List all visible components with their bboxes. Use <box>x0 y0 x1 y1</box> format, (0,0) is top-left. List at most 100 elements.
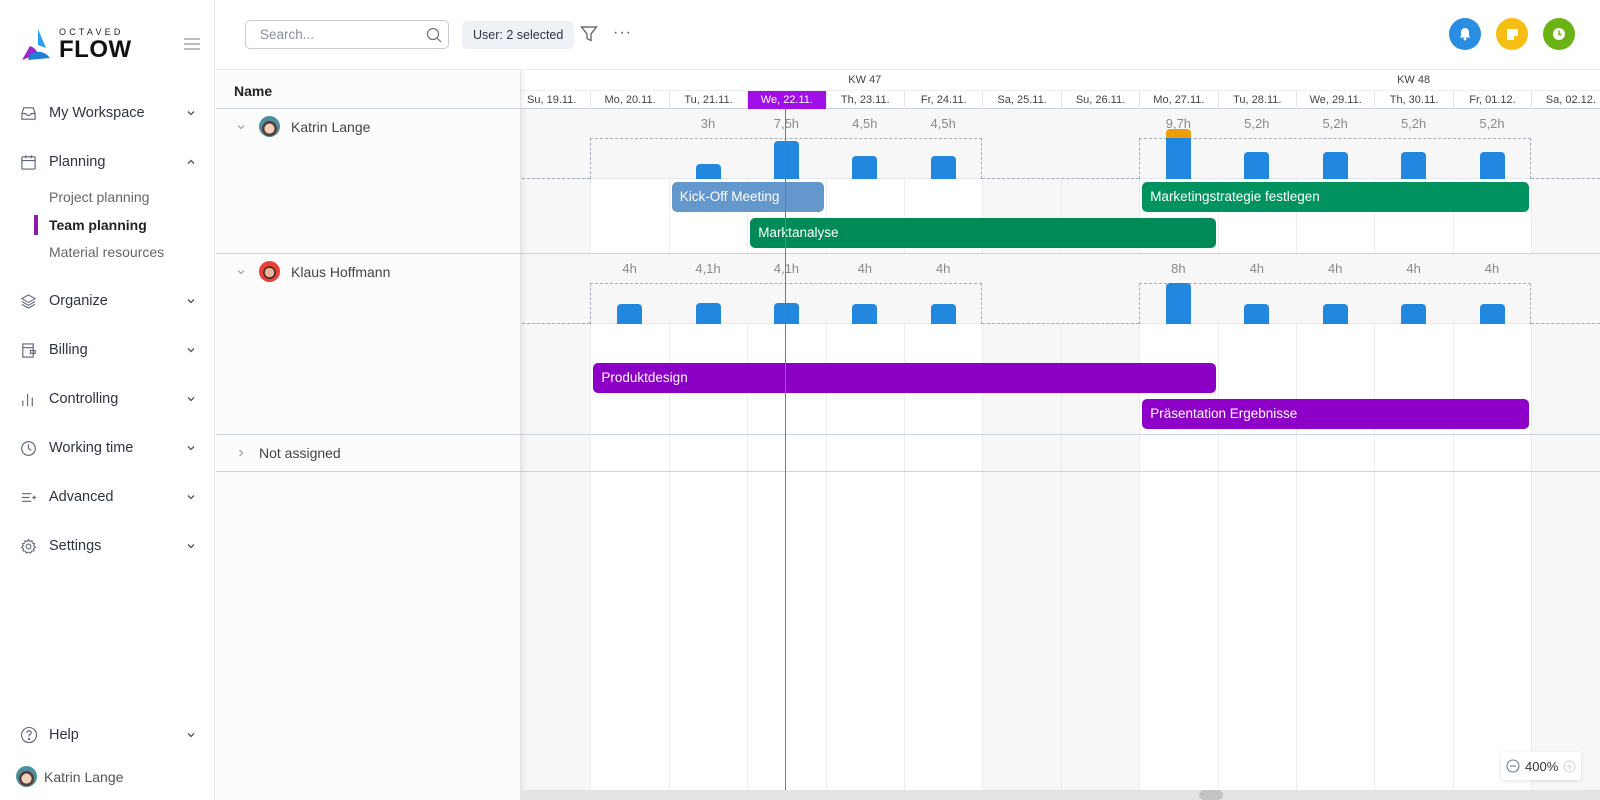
day-header-cell[interactable]: Sa, 25.11. <box>982 91 1060 109</box>
timeline: KW 47 KW 48 Su, 19.11. Mo, 20.11. Tu, 21.1… <box>521 71 1600 800</box>
day-column <box>825 109 904 800</box>
sidebar-subitem-team-planning[interactable]: Team planning <box>49 217 147 233</box>
sidebar-item-planning[interactable]: Planning <box>0 145 215 179</box>
day-header-today[interactable]: We, 22.11. <box>747 91 826 109</box>
octaved-logo-icon <box>22 29 50 60</box>
notifications-button[interactable] <box>1449 18 1481 50</box>
time-tracking-button[interactable] <box>1543 18 1575 50</box>
day-header-cell[interactable]: Mo, 27.11. <box>1139 91 1217 109</box>
workload-bar <box>773 302 799 324</box>
sidebar-item-label: Billing <box>49 342 88 358</box>
sidebar-item-help[interactable]: Help <box>0 718 215 752</box>
capacity-baseline <box>982 178 1140 179</box>
week-header: KW 47 KW 48 <box>521 71 1600 90</box>
capacity-baseline <box>1531 178 1600 179</box>
zoom-out-icon[interactable] <box>1506 759 1520 773</box>
workload-bar <box>617 303 643 324</box>
day-header-cell[interactable]: Th, 23.11. <box>825 91 904 109</box>
day-header-cell[interactable]: Fr, 24.11. <box>904 91 982 109</box>
workload-bar <box>1479 152 1505 179</box>
chevron-down-icon[interactable] <box>236 122 246 132</box>
more-options-icon[interactable]: ··· <box>613 24 631 44</box>
app: OCTAVED FLOW My Workspace Planning Proje… <box>0 0 1600 800</box>
sidebar-item-label: Working time <box>49 440 134 456</box>
menu-toggle-icon[interactable] <box>184 38 200 50</box>
horizontal-scrollbar[interactable] <box>521 790 1600 800</box>
resource-row-not-assigned: Not assigned <box>216 435 521 472</box>
row-divider <box>521 434 1600 435</box>
resource-row-klaus-hoffmann: Klaus Hoffmann <box>216 254 521 435</box>
workload-bar <box>1244 303 1270 324</box>
sidebar-item-label: My Workspace <box>49 105 145 121</box>
sidebar-item-organize[interactable]: Organize <box>0 284 215 318</box>
task-bar[interactable]: Marketingstrategie festlegen <box>1142 182 1530 212</box>
filter-icon[interactable] <box>580 25 598 43</box>
workload-hours-label: 4,1h <box>773 261 800 276</box>
chevron-down-icon <box>187 348 195 353</box>
resource-name: Klaus Hoffmann <box>291 264 391 280</box>
task-bar[interactable]: Präsentation Ergebnisse <box>1142 399 1530 429</box>
scrollbar-thumb[interactable] <box>1199 790 1223 800</box>
zoom-level: 400% <box>1525 758 1559 774</box>
chevron-right-icon[interactable] <box>236 448 246 458</box>
day-column <box>521 109 591 800</box>
avatar <box>259 116 280 137</box>
current-user[interactable]: Katrin Lange <box>16 766 123 787</box>
search-icon[interactable] <box>426 27 442 43</box>
user-filter-chip[interactable]: User: 2 selected <box>462 21 575 49</box>
day-header-cell[interactable]: Su, 26.11. <box>1060 91 1139 109</box>
bell-icon <box>1459 28 1471 41</box>
workload-hours-label: 5,2h <box>1244 116 1270 131</box>
day-column <box>1374 109 1452 800</box>
workload-bar <box>1479 303 1505 324</box>
note-icon <box>1506 28 1518 40</box>
workload-hours-label: 4h <box>935 261 951 276</box>
capacity-baseline <box>521 178 591 179</box>
workload-bar <box>930 155 956 179</box>
day-header-cell[interactable]: Su, 19.11. <box>521 91 590 109</box>
sidebar-item-working-time[interactable]: Working time <box>0 431 215 465</box>
chevron-down-icon <box>187 495 195 500</box>
day-header-cell[interactable]: Fr, 01.12. <box>1452 91 1531 109</box>
day-header-cell[interactable]: We, 29.11. <box>1296 91 1374 109</box>
zoom-in-icon[interactable] <box>1563 759 1576 773</box>
sidebar-item-my-workspace[interactable]: My Workspace <box>0 96 215 130</box>
sidebar-subitem-material-resources[interactable]: Material resources <box>49 244 164 260</box>
day-header-cell[interactable]: Th, 30.11. <box>1374 91 1452 109</box>
workload-hours-label: 4h <box>1484 261 1500 276</box>
chevron-down-icon[interactable] <box>236 267 246 277</box>
day-header-cell[interactable]: Sa, 02.12. <box>1531 91 1600 109</box>
avatar <box>16 766 37 787</box>
sidebar-item-advanced[interactable]: Advanced <box>0 480 215 514</box>
sidebar-item-billing[interactable]: Billing <box>0 333 215 367</box>
sidebar-subitem-project-planning[interactable]: Project planning <box>49 189 149 205</box>
task-bar[interactable]: Produktdesign <box>593 363 1216 393</box>
sidebar-item-settings[interactable]: Settings <box>0 529 215 563</box>
task-bar[interactable]: Kick-Off Meeting <box>671 182 824 212</box>
workload-bar <box>1165 138 1191 179</box>
task-bar[interactable]: Marktanalyse <box>750 218 1216 248</box>
logo[interactable]: OCTAVED FLOW <box>20 28 132 62</box>
workload-hours-label: 4,5h <box>930 116 956 131</box>
workload-hours-label: 4h <box>857 261 873 276</box>
day-header-cell[interactable]: Tu, 21.11. <box>668 91 747 109</box>
today-marker-line <box>785 109 787 794</box>
week-label: KW 48 <box>1397 74 1431 86</box>
workload-bar <box>852 155 878 179</box>
workload-hours-label: 8h <box>1171 261 1186 276</box>
brand-big-text: FLOW <box>59 36 132 63</box>
workload-bar <box>1322 303 1348 324</box>
workload-hours-label: 4h <box>1327 261 1343 276</box>
search-input[interactable] <box>260 21 420 48</box>
day-header-cell[interactable]: Tu, 28.11. <box>1217 91 1296 109</box>
workload-bar <box>695 163 721 179</box>
workload-hours-label: 5,2h <box>1322 116 1348 131</box>
day-header-cell[interactable]: Mo, 20.11. <box>590 91 668 109</box>
sidebar-item-controlling[interactable]: Controlling <box>0 382 215 416</box>
chevron-down-icon <box>187 299 195 304</box>
chevron-down-icon <box>187 397 195 402</box>
workload-bar <box>1401 152 1427 179</box>
notes-button[interactable] <box>1496 18 1528 50</box>
help-label: Help <box>49 727 79 743</box>
sidebar-item-label: Organize <box>49 293 108 309</box>
